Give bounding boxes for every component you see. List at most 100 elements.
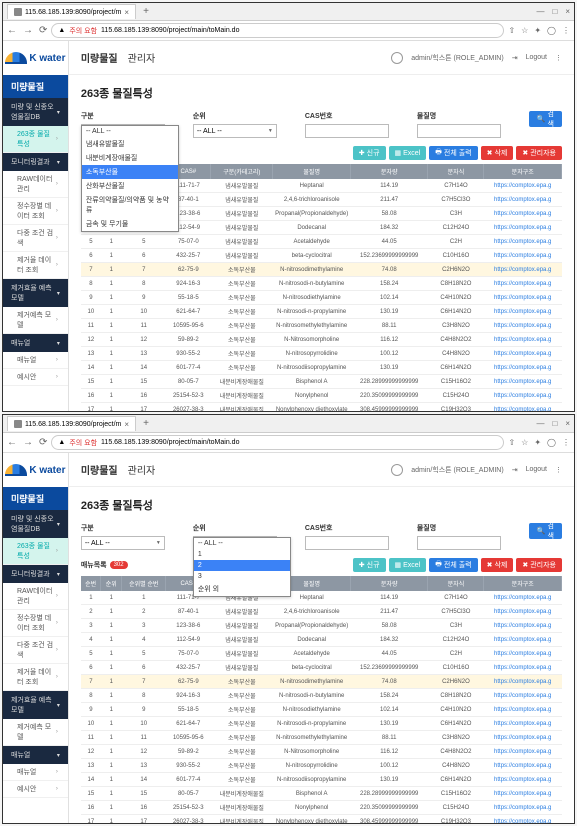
table-row[interactable]: 14114601-77-4소독부산물N-nitrosodiisopropylam… [81,773,562,787]
search-button[interactable]: 🔍검색 [529,111,562,127]
table-row[interactable]: 51575-07-0냄새유발물질Acetaldehyde44.05C2Hhttp… [81,647,562,661]
table-row[interactable]: 91955-18-5소독부산물N-nitrosodiethylamine102.… [81,291,562,305]
star-icon[interactable]: ☆ [521,438,528,447]
maximize-icon[interactable]: □ [552,419,557,428]
back-icon[interactable]: ← [7,25,17,36]
table-row[interactable]: 1711726027-38-3내분비계장애물질Nonylphenoxy diet… [81,403,562,412]
back-icon[interactable]: ← [7,437,17,448]
table-row[interactable]: 818924-16-3소독부산물N-nitrosodi-n-butylamine… [81,689,562,703]
table-row[interactable]: 313123-38-6냄새유발물질Propanal(Propionaldehyd… [81,619,562,633]
nav-section[interactable]: 제거효율 예측모델▾ [3,691,68,719]
extensions-icon[interactable]: ✦ [534,26,541,35]
nav-item[interactable]: RAW데이터 관리› [3,583,68,610]
table-row[interactable]: 1511580-05-7내분비계장애물질Bisphenol A228.28999… [81,375,562,389]
nav-item[interactable]: 정수장별 데이터 조회› [3,198,68,225]
nav-item[interactable]: 다중 조건 검색› [3,225,68,252]
printall-button[interactable]: 🖶 전체 출력 [429,146,477,160]
url-field[interactable]: ▲ 주의 요함 115.68.185.139:8090/project/main… [51,435,504,450]
minimize-icon[interactable]: — [536,419,544,428]
nav-item[interactable]: 예시안› [3,781,68,798]
table-row[interactable]: 10110621-64-7소독부산물N-nitrosodi-n-propylam… [81,305,562,319]
dropdown-option[interactable]: -- ALL -- [82,126,178,137]
admin-button[interactable]: ✖ 관리자용 [516,558,562,572]
share-icon[interactable]: ⇧ [508,438,515,447]
logout-link[interactable]: Logout [526,466,547,473]
dropdown-option[interactable]: 소독부산물 [82,165,178,179]
reload-icon[interactable]: ⟳ [39,437,47,448]
table-row[interactable]: 51575-07-0냄새유발물질Acetaldehyde44.05C2Hhttp… [81,235,562,249]
table-row[interactable]: 1211259-89-2소독부산물N-Nitrosomorpholine116.… [81,745,562,759]
table-row[interactable]: 414112-54-9냄새유발물질Dodecanal184.32C12H24Oh… [81,633,562,647]
profile-icon[interactable]: ◯ [547,26,556,35]
kebab-icon[interactable]: ⋮ [555,466,562,474]
table-row[interactable]: 10110621-64-7소독부산물N-nitrosodi-n-propylam… [81,717,562,731]
table-row[interactable]: 616432-25-7냄새유발물질beta-cyclocitral152.236… [81,249,562,263]
table-row[interactable]: 91955-18-5소독부산물N-nitrosodiethylamine102.… [81,703,562,717]
minimize-icon[interactable]: — [536,7,544,16]
dropdown-option[interactable]: 내분비계장애물질 [82,151,178,165]
table-row[interactable]: 111111-71-7냄새유발물질Heptanal114.19C7H14Ohtt… [81,591,562,605]
cas-input[interactable] [305,124,389,138]
browser-tab[interactable]: 115.68.185.139:8090/project/m × [7,416,136,431]
dropdown-option[interactable]: 2 [194,560,290,571]
close-window-icon[interactable]: × [565,419,570,428]
table-row[interactable]: 71762-75-9소독부산물N-nitrosodimethylamine74.… [81,675,562,689]
close-icon[interactable]: × [124,8,129,17]
nav-section[interactable]: 매뉴얼▾ [3,746,68,764]
dropdown-option[interactable]: 산화부산물질 [82,179,178,193]
dropdown-option[interactable]: -- ALL -- [194,538,290,549]
new-tab-button[interactable]: + [140,418,152,429]
gubun-select[interactable]: -- ALL --▼ [81,536,165,550]
new-tab-button[interactable]: + [140,6,152,17]
dropdown-option[interactable]: 순위 외 [194,582,290,596]
gubun-dropdown[interactable]: -- ALL --냄새유발물질내분비계장애물질소독부산물산화부산물질잔류의약물질… [81,125,179,232]
admin-button[interactable]: ✖ 관리자용 [516,146,562,160]
nav-section[interactable]: 제거효율 예측모델▾ [3,279,68,307]
search-button[interactable]: 🔍검색 [529,523,562,539]
close-window-icon[interactable]: × [565,7,570,16]
table-row[interactable]: 818924-16-3소독부산물N-nitrosodi-n-butylamine… [81,277,562,291]
logout-icon[interactable]: ⇥ [512,466,518,474]
excel-button[interactable]: ▦ Excel [389,146,427,160]
table-row[interactable]: 13113930-55-2소독부산물N-nitrosopyrrolidine10… [81,759,562,773]
close-icon[interactable]: × [124,420,129,429]
table-row[interactable]: 13113930-55-2소독부산물N-nitrosopyrrolidine10… [81,347,562,361]
add-button[interactable]: ✚ 신규 [353,558,386,572]
nav-item[interactable]: 제거율 데이터 조회› [3,664,68,691]
table-row[interactable]: 1511580-05-7내분비계장애물질Bisphenol A228.28999… [81,787,562,801]
nav-item[interactable]: 예시안› [3,369,68,386]
menu-icon[interactable]: ⋮ [562,438,570,447]
nav-item[interactable]: 263종 물질특성› [3,538,68,565]
delete-button[interactable]: ✖ 삭제 [481,146,514,160]
browser-tab[interactable]: 115.68.185.139:8090/project/m × [7,4,136,19]
table-row[interactable]: 616432-25-7냄새유발물질beta-cyclocitral152.236… [81,661,562,675]
dropdown-option[interactable]: 냄새유발물질 [82,137,178,151]
nav-section[interactable]: 매뉴얼▾ [3,334,68,352]
delete-button[interactable]: ✖ 삭제 [481,558,514,572]
nav-item[interactable]: RAW데이터 관리› [3,171,68,198]
excel-button[interactable]: ▦ Excel [389,558,427,572]
nav-item[interactable]: 제거율 데이터 조회› [3,252,68,279]
star-icon[interactable]: ☆ [521,26,528,35]
table-row[interactable]: 1111110595-95-6소독부산물N-nitrosomethylethyl… [81,731,562,745]
nav-item[interactable]: 다중 조건 검색› [3,637,68,664]
dropdown-option[interactable]: 3 [194,571,290,582]
forward-icon[interactable]: → [23,25,33,36]
table-row[interactable]: 1611625154-52-3내분비계장애물질Nonylphenol220.35… [81,801,562,815]
printall-button[interactable]: 🖶 전체 출력 [429,558,477,572]
nav-section[interactable]: 미량 및 신종오염물질DB▾ [3,98,68,126]
menu-icon[interactable]: ⋮ [562,26,570,35]
table-row[interactable]: 1211259-89-2소독부산물N-Nitrosomorpholine116.… [81,333,562,347]
cas-input[interactable] [305,536,389,550]
nav-item[interactable]: 제거예측 모델› [3,307,68,334]
table-row[interactable]: 71762-75-9소독부산물N-nitrosodimethylamine74.… [81,263,562,277]
nav-section[interactable]: 미량 및 신종오염물질DB▾ [3,510,68,538]
nav-item[interactable]: 매뉴얼› [3,352,68,369]
dropdown-option[interactable]: 금속 및 무기물 [82,217,178,231]
extensions-icon[interactable]: ✦ [534,438,541,447]
table-row[interactable]: 14114601-77-4소독부산물N-nitrosodiisopropylam… [81,361,562,375]
maximize-icon[interactable]: □ [552,7,557,16]
sunwi-dropdown[interactable]: -- ALL --123순위 외 [193,537,291,597]
add-button[interactable]: ✚ 신규 [353,146,386,160]
table-row[interactable]: 21287-40-1냄새유발물질2,4,6-trichloroanisole21… [81,605,562,619]
